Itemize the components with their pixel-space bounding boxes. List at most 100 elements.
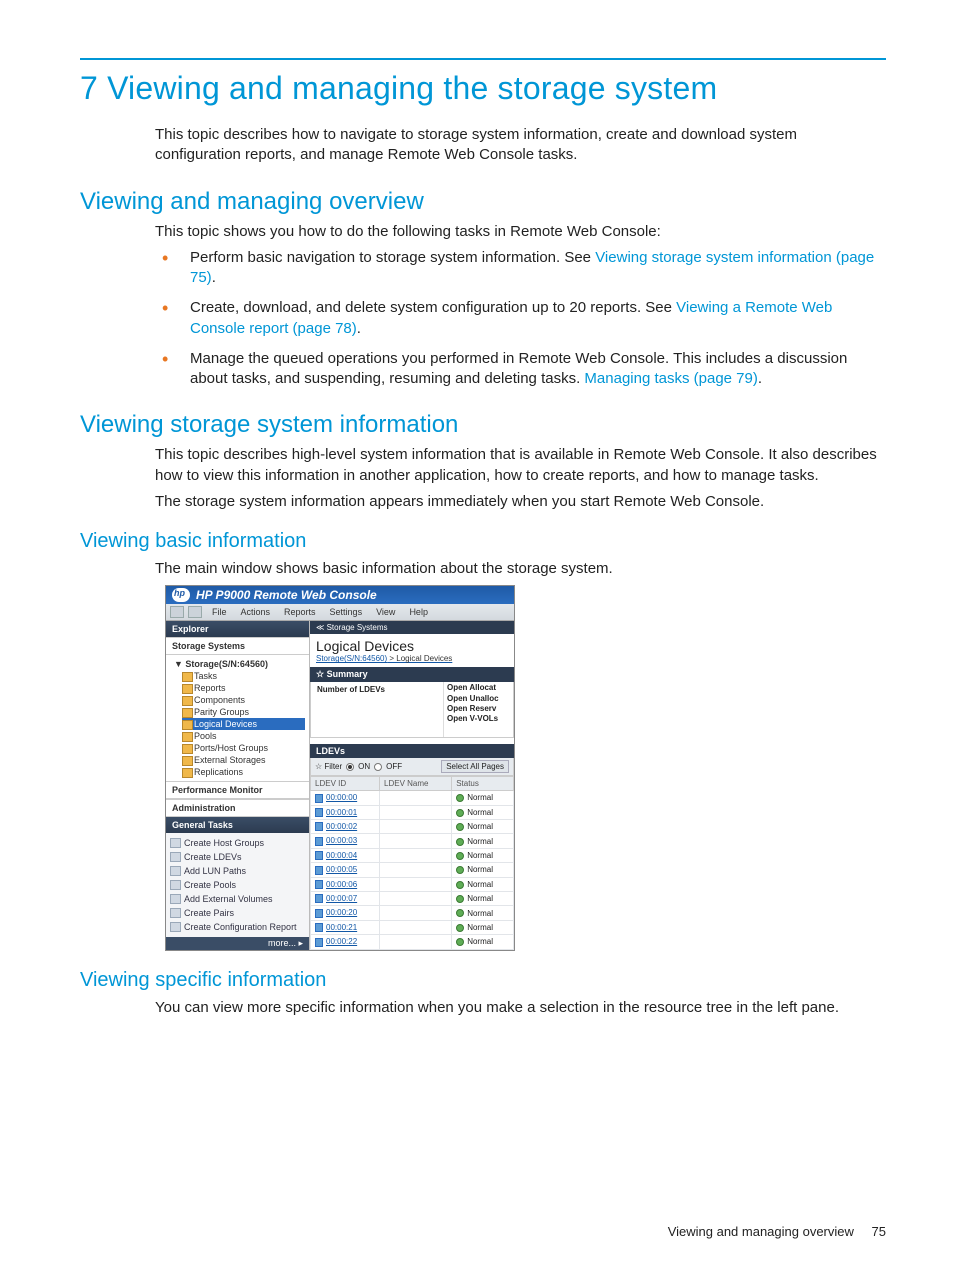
task-create-ldevs[interactable]: Create LDEVs — [170, 850, 305, 864]
task-add-external-volumes[interactable]: Add External Volumes — [170, 892, 305, 906]
col-ldev-id[interactable]: LDEV ID — [311, 777, 380, 791]
cell-status: Normal — [452, 891, 514, 905]
cell-ldev-name — [380, 863, 452, 877]
ldev-icon — [315, 837, 323, 846]
cell-ldev-id[interactable]: 00:00:01 — [311, 805, 380, 819]
filter-on-radio[interactable] — [346, 763, 354, 771]
table-row[interactable]: 00:00:06Normal — [311, 877, 514, 891]
cell-ldev-name — [380, 877, 452, 891]
cell-ldev-id[interactable]: 00:00:06 — [311, 877, 380, 891]
tree-logical-devices[interactable]: Logical Devices — [182, 718, 305, 730]
link-managing-tasks[interactable]: Managing tasks (page 79) — [584, 370, 757, 387]
cell-ldev-name — [380, 834, 452, 848]
nav-back-button[interactable] — [170, 606, 184, 618]
cell-ldev-id[interactable]: 00:00:02 — [311, 820, 380, 834]
status-dot-icon — [456, 909, 464, 917]
breadcrumb: Storage(S/N:64560) > Logical Devices — [310, 654, 514, 667]
cell-status: Normal — [452, 834, 514, 848]
table-row[interactable]: 00:00:04Normal — [311, 848, 514, 862]
status-dot-icon — [456, 852, 464, 860]
ldev-table: LDEV ID LDEV Name Status 00:00:00Normal0… — [310, 776, 514, 949]
cell-ldev-id[interactable]: 00:00:07 — [311, 891, 380, 905]
menu-settings[interactable]: Settings — [324, 606, 369, 618]
shot-right-pane: ≪ Storage Systems Logical Devices Storag… — [310, 621, 514, 950]
status-dot-icon — [456, 838, 464, 846]
cell-ldev-id[interactable]: 00:00:00 — [311, 791, 380, 805]
performance-monitor-header[interactable]: Performance Monitor — [166, 781, 309, 799]
shot-menubar: File Actions Reports Settings View Help — [166, 604, 514, 621]
storage-systems-header[interactable]: Storage Systems — [166, 637, 309, 655]
table-row[interactable]: 00:00:05 Normal — [311, 863, 514, 877]
status-dot-icon — [456, 794, 464, 802]
tree-pools[interactable]: Pools — [182, 730, 305, 742]
menu-help[interactable]: Help — [403, 606, 434, 618]
viewinfo-p2: The storage system information appears i… — [155, 492, 886, 512]
task-create-pairs[interactable]: Create Pairs — [170, 906, 305, 920]
cell-ldev-id[interactable]: 00:00:03 — [311, 834, 380, 848]
filter-off-label: OFF — [386, 762, 402, 771]
breadcrumb-storage-link[interactable]: Storage(S/N:64560) — [316, 654, 387, 663]
tree-root[interactable]: ▼ Storage(S/N:64560) — [172, 658, 305, 670]
status-dot-icon — [456, 924, 464, 932]
ldev-icon — [315, 909, 323, 918]
summary-open-vvols: Open V-VOLs — [447, 714, 510, 724]
cell-ldev-id[interactable]: 00:00:22 — [311, 935, 380, 949]
task-create-host-groups[interactable]: Create Host Groups — [170, 836, 305, 850]
table-row[interactable]: 00:00:03 Normal — [311, 834, 514, 848]
summary-header[interactable]: ☆ Summary — [310, 667, 514, 682]
heading-specific-info: Viewing specific information — [80, 969, 886, 992]
tree-parity-groups[interactable]: Parity Groups — [182, 706, 305, 718]
table-row[interactable]: 00:00:22Normal — [311, 935, 514, 949]
bullet-1: Perform basic navigation to storage syst… — [190, 248, 886, 289]
table-row[interactable]: 00:00:01Normal — [311, 805, 514, 819]
cell-status: Normal — [452, 863, 514, 877]
tree-components[interactable]: Components — [182, 694, 305, 706]
tree-external-storages[interactable]: External Storages — [182, 754, 305, 766]
cell-ldev-id[interactable]: 00:00:04 — [311, 848, 380, 862]
task-create-pools[interactable]: Create Pools — [170, 878, 305, 892]
bullet-1-text-a: Perform basic navigation to storage syst… — [190, 249, 595, 266]
storage-systems-crumb[interactable]: ≪ Storage Systems — [310, 621, 514, 634]
tree-ports-host-groups[interactable]: Ports/Host Groups — [182, 742, 305, 754]
summary-open-reserved: Open Reserv — [447, 704, 510, 714]
table-row[interactable]: 00:00:20Normal — [311, 906, 514, 920]
menu-view[interactable]: View — [370, 606, 401, 618]
administration-header[interactable]: Administration — [166, 799, 309, 817]
shot-title: HP P9000 Remote Web Console — [196, 588, 377, 602]
screenshot-remote-web-console: HP P9000 Remote Web Console File Actions… — [165, 585, 515, 951]
nav-forward-button[interactable] — [188, 606, 202, 618]
filter-label: ☆ Filter — [315, 762, 342, 771]
table-row[interactable]: 00:00:02Normal — [311, 820, 514, 834]
summary-open-unallocated: Open Unalloc — [447, 694, 510, 704]
col-ldev-name[interactable]: LDEV Name — [380, 777, 452, 791]
menu-actions[interactable]: Actions — [235, 606, 277, 618]
status-dot-icon — [456, 881, 464, 889]
tree-replications[interactable]: Replications — [182, 766, 305, 778]
table-row[interactable]: 00:00:00 Normal — [311, 791, 514, 805]
heading-basic-info: Viewing basic information — [80, 530, 886, 553]
cell-ldev-id[interactable]: 00:00:21 — [311, 920, 380, 934]
explorer-header: Explorer — [166, 621, 309, 637]
ldev-icon — [315, 808, 323, 817]
more-link[interactable]: more... ▸ — [166, 937, 309, 950]
menu-file[interactable]: File — [206, 606, 233, 618]
table-row[interactable]: 00:00:21Normal — [311, 920, 514, 934]
select-all-pages-button[interactable]: Select All Pages — [441, 760, 509, 773]
task-create-config-report[interactable]: Create Configuration Report — [170, 920, 305, 934]
col-status[interactable]: Status — [452, 777, 514, 791]
cell-status: Normal — [452, 791, 514, 805]
cell-ldev-id[interactable]: 00:00:05 — [311, 863, 380, 877]
tree-reports[interactable]: Reports — [182, 682, 305, 694]
bullet-1-text-b: . — [212, 269, 216, 286]
task-add-lun-paths[interactable]: Add LUN Paths — [170, 864, 305, 878]
menu-reports[interactable]: Reports — [278, 606, 322, 618]
filter-off-radio[interactable] — [374, 763, 382, 771]
status-dot-icon — [456, 809, 464, 817]
ldev-icon — [315, 880, 323, 889]
table-row[interactable]: 00:00:07 Normal — [311, 891, 514, 905]
ldev-icon — [315, 822, 323, 831]
cell-ldev-id[interactable]: 00:00:20 — [311, 906, 380, 920]
bullet-3: Manage the queued operations you perform… — [190, 349, 886, 390]
tree-tasks[interactable]: Tasks — [182, 670, 305, 682]
resource-tree: ▼ Storage(S/N:64560) Tasks Reports Compo… — [166, 655, 309, 781]
